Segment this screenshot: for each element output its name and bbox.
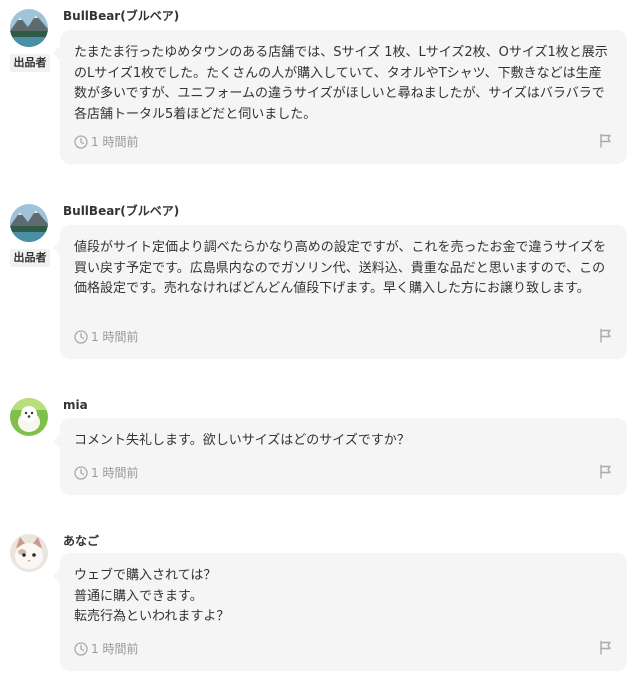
mountain-lake-avatar[interactable] <box>10 204 48 242</box>
time-label: 1 時間前 <box>91 642 139 656</box>
clock-icon <box>74 466 88 480</box>
username[interactable]: BullBear(ブルベア) <box>63 7 179 24</box>
comment-item: あなご ウェブで購入されては？ 普通に購入できます。 転売行為といわれますよ？ … <box>0 525 640 675</box>
username[interactable]: あなご <box>63 532 99 549</box>
time-label: 1 時間前 <box>91 466 139 480</box>
seller-badge: 出品者 <box>10 54 50 72</box>
comment-bubble: コメント失礼します。欲しいサイズはどのサイズですか？ 1 時間前 <box>53 418 627 495</box>
clock-icon <box>74 135 88 149</box>
comment-item: 出品者 BullBear(ブルベア) 値段がサイト定価より調べたらかなり高めの設… <box>0 195 640 365</box>
comment-item: 出品者 BullBear(ブルベア) たまたま行ったゆめタウンのある店舗では、S… <box>0 0 640 180</box>
comment-text: たまたま行ったゆめタウンのある店舗では、Sサイズ 1枚、Lサイズ2枚、Oサイズ1… <box>74 45 608 122</box>
cat-avatar[interactable] <box>10 534 48 572</box>
comment-text: 値段がサイト定価より調べたらかなり高めの設定ですが、これを売ったお金で違うサイズ… <box>74 240 607 296</box>
comment-timestamp: 1 時間前 <box>74 135 138 149</box>
comment-item: mia コメント失礼します。欲しいサイズはどのサイズですか？ 1 時間前 <box>0 390 640 500</box>
report-flag-icon[interactable] <box>598 328 613 343</box>
white-dog-avatar[interactable] <box>10 398 48 436</box>
comment-text: コメント失礼します。欲しいサイズはどのサイズですか？ <box>74 433 410 448</box>
comment-timestamp: 1 時間前 <box>74 466 138 480</box>
comment-bubble: 値段がサイト定価より調べたらかなり高めの設定ですが、これを売ったお金で違うサイズ… <box>53 225 627 359</box>
comment-bubble: たまたま行ったゆめタウンのある店舗では、Sサイズ 1枚、Lサイズ2枚、Oサイズ1… <box>53 30 627 164</box>
report-flag-icon[interactable] <box>598 133 613 148</box>
mountain-lake-avatar[interactable] <box>10 9 48 47</box>
clock-icon <box>74 642 88 656</box>
username[interactable]: BullBear(ブルベア) <box>63 202 179 219</box>
clock-icon <box>74 330 88 344</box>
comment-timestamp: 1 時間前 <box>74 330 138 344</box>
username[interactable]: mia <box>63 398 88 412</box>
time-label: 1 時間前 <box>91 330 139 344</box>
comment-timestamp: 1 時間前 <box>74 642 138 656</box>
seller-badge: 出品者 <box>10 249 50 267</box>
comment-text: ウェブで購入されては？ 普通に購入できます。 転売行為といわれますよ？ <box>74 568 230 624</box>
report-flag-icon[interactable] <box>598 640 613 655</box>
report-flag-icon[interactable] <box>598 464 613 479</box>
time-label: 1 時間前 <box>91 135 139 149</box>
comment-bubble: ウェブで購入されては？ 普通に購入できます。 転売行為といわれますよ？ 1 時間… <box>53 553 627 671</box>
